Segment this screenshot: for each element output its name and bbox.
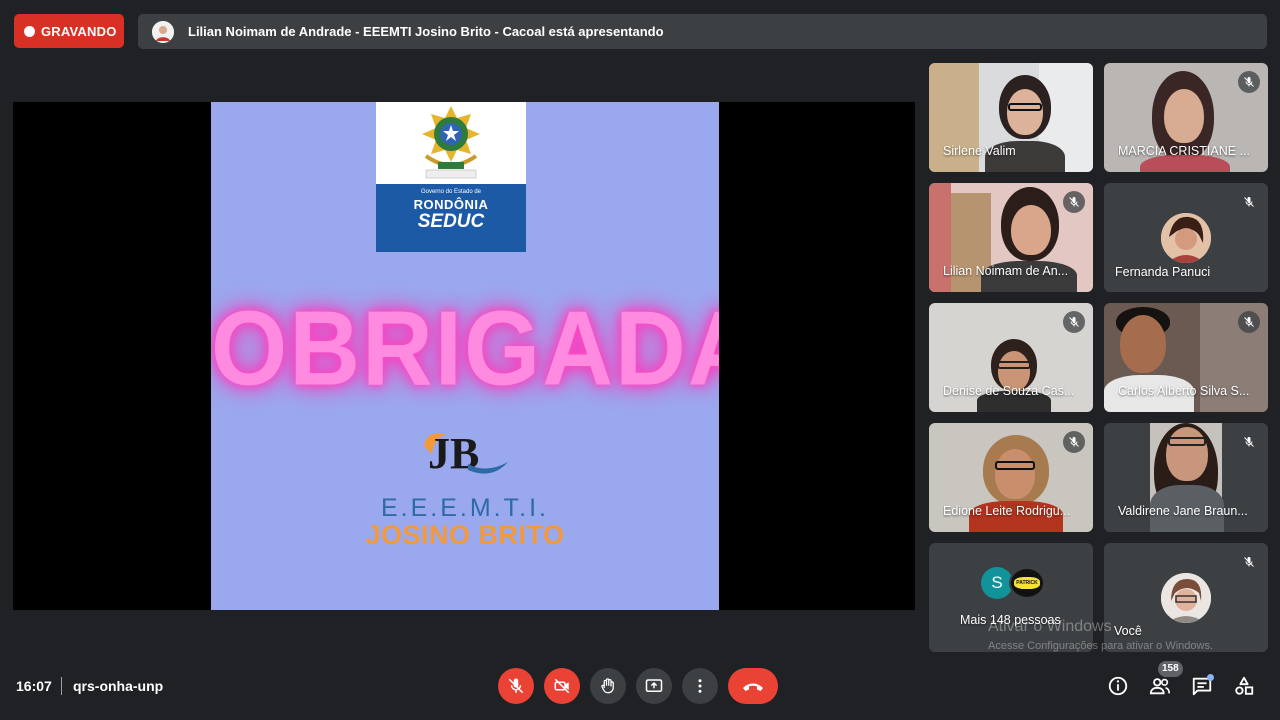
- participant-name: Valdirene Jane Braun...: [1118, 504, 1248, 518]
- participant-tile[interactable]: Fernanda Panuci: [1104, 183, 1268, 292]
- participant-avatar: PATRICK: [1009, 567, 1045, 599]
- mic-off-icon: [1238, 191, 1260, 213]
- participant-name: Edione Leite Rodrigu...: [943, 504, 1071, 518]
- school-name-line1: E.E.E.M.T.I.: [381, 494, 549, 522]
- shapes-icon: [1235, 676, 1254, 695]
- participant-name: Carlos Alberto Silva S...: [1118, 384, 1250, 398]
- end-call-icon: [743, 683, 763, 691]
- windows-activation-title: Ativar o Windows: [988, 618, 1112, 635]
- mic-off-icon: [508, 678, 524, 694]
- meeting-clock: 16:07: [16, 678, 52, 694]
- more-vertical-icon: [698, 679, 702, 693]
- participant-name: Sirlene Valim: [943, 144, 1016, 158]
- participant-tile[interactable]: Carlos Alberto Silva S...: [1104, 303, 1268, 412]
- participant-tile[interactable]: Valdirene Jane Braun...: [1104, 423, 1268, 532]
- participant-tile[interactable]: Denise de Souza Cas...: [929, 303, 1093, 412]
- seduc-state-text: RONDÔNIA: [413, 197, 489, 212]
- mic-off-icon: [1238, 431, 1260, 453]
- participant-tile[interactable]: MARCIA CRISTIANE ...: [1104, 63, 1268, 172]
- participant-tile[interactable]: Lilian Noimam de An...: [929, 183, 1093, 292]
- participant-name: MARCIA CRISTIANE ...: [1118, 144, 1250, 158]
- avatar-label: PATRICK: [1014, 577, 1040, 589]
- hand-icon: [601, 678, 614, 694]
- participant-name: Fernanda Panuci: [1115, 265, 1211, 279]
- mic-off-icon: [1238, 551, 1260, 573]
- present-screen-button[interactable]: [636, 668, 672, 704]
- coat-of-arms-icon: [422, 106, 480, 179]
- meeting-code: qrs-onha-unp: [73, 678, 164, 694]
- participant-tile[interactable]: Sirlene Valim: [929, 63, 1093, 172]
- recording-badge[interactable]: GRAVANDO: [14, 14, 124, 48]
- participant-avatar: [1161, 213, 1211, 263]
- seduc-org-text: SEDUC: [417, 211, 485, 232]
- seduc-logo: Governo do Estado de RONDÔNIA SEDUC: [376, 102, 526, 252]
- mic-off-icon: [1063, 311, 1085, 333]
- camera-off-icon: [554, 678, 570, 694]
- participant-name: Denise de Souza Cas...: [943, 384, 1075, 398]
- self-avatar: [1161, 573, 1211, 623]
- seduc-government-text: Governo do Estado de: [420, 189, 482, 195]
- mic-off-icon: [1238, 71, 1260, 93]
- participant-tile[interactable]: Edione Leite Rodrigu...: [929, 423, 1093, 532]
- record-icon: [24, 25, 35, 37]
- mic-off-icon: [1063, 191, 1085, 213]
- school-name-line2: JOSINO BRITO: [365, 520, 565, 550]
- mic-off-icon: [1063, 431, 1085, 453]
- presenter-avatar: [152, 20, 174, 43]
- jb-school-logo: JB: [424, 429, 508, 478]
- raise-hand-button[interactable]: [590, 668, 626, 704]
- people-icon: [1149, 678, 1170, 695]
- divider: [61, 677, 62, 695]
- participant-name: Lilian Noimam de An...: [943, 264, 1069, 278]
- self-tile[interactable]: Você: [1104, 543, 1268, 652]
- meeting-details-button[interactable]: [1105, 673, 1131, 699]
- self-name: Você: [1114, 624, 1142, 638]
- more-options-button[interactable]: [682, 668, 718, 704]
- presenting-banner: Lilian Noimam de Andrade - EEEMTI Josino…: [138, 14, 1267, 49]
- leave-call-button[interactable]: [728, 668, 778, 704]
- presentation-stage: Governo do Estado de RONDÔNIA SEDUC OBRI…: [13, 102, 915, 610]
- info-icon: [1108, 676, 1128, 696]
- camera-toggle-button[interactable]: [544, 668, 580, 704]
- presentation-slide: Governo do Estado de RONDÔNIA SEDUC OBRI…: [211, 102, 719, 610]
- windows-activation-hint: Acesse Configurações para ativar o Windo…: [988, 640, 1213, 652]
- chat-notification-dot: [1207, 674, 1214, 681]
- activities-button[interactable]: [1231, 673, 1257, 699]
- mic-off-icon: [1238, 311, 1260, 333]
- presenting-text: Lilian Noimam de Andrade - EEEMTI Josino…: [188, 24, 664, 39]
- mic-toggle-button[interactable]: [498, 668, 534, 704]
- slide-headline: OBRIGADA!: [211, 288, 719, 408]
- participant-count-badge: 158: [1158, 661, 1183, 677]
- recording-label: GRAVANDO: [41, 23, 117, 39]
- present-icon: [645, 679, 663, 692]
